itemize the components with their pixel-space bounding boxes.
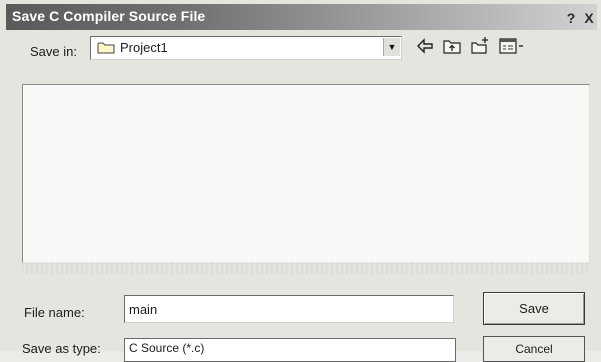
view-menu-icon[interactable] [498,36,526,56]
window-title: Save C Compiler Source File [12,8,206,24]
file-name-input[interactable] [124,295,454,323]
scan-divider [22,262,588,274]
file-name-label: File name: [24,305,85,320]
back-arrow-icon[interactable] [415,36,435,56]
save-in-value: Project1 [120,40,168,55]
title-bar: Save C Compiler Source File ? X [6,4,597,30]
cancel-button[interactable]: Cancel [483,336,585,362]
save-button[interactable]: Save [483,292,585,325]
save-in-dropdown[interactable]: Project1 ▼ [90,36,402,60]
save-as-type-dropdown[interactable]: C Source (*.c) [124,338,456,362]
close-button[interactable]: X [583,10,595,26]
folder-icon [97,42,115,54]
new-folder-icon[interactable] [470,36,490,56]
file-list[interactable] [22,84,590,264]
up-folder-icon[interactable] [442,36,462,56]
help-button[interactable]: ? [565,10,577,26]
chevron-down-icon[interactable]: ▼ [383,38,400,56]
save-as-type-value: C Source (*.c) [129,341,205,355]
save-file-dialog: Save C Compiler Source File ? X Save in:… [0,0,601,362]
save-in-label: Save in: [30,44,77,59]
save-as-type-label: Save as type: [22,341,101,356]
